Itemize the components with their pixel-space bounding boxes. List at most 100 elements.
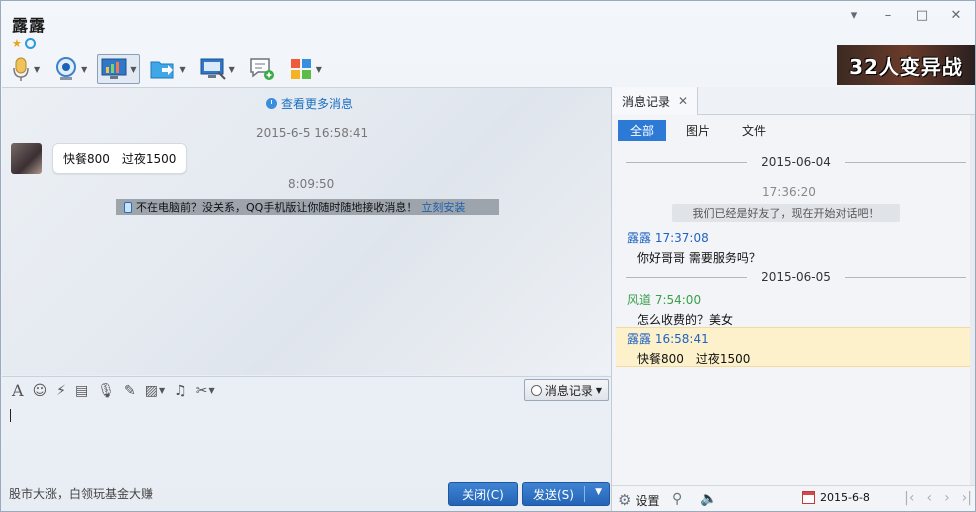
date-divider: 2015-06-04 — [626, 155, 966, 169]
prev-page-icon[interactable]: ‹ — [926, 490, 932, 506]
message-bubble: 快餐800 过夜1500 — [52, 143, 188, 174]
game-ad-banner[interactable]: 32人变异战 — [837, 45, 975, 85]
clock-icon — [266, 98, 277, 109]
message-input[interactable] — [2, 404, 611, 477]
remote-desktop-icon — [200, 58, 226, 80]
message-history-label: 消息记录 — [544, 383, 593, 398]
first-page-icon[interactable]: |‹ — [904, 490, 914, 506]
text-ad-link[interactable]: 股市大涨，白领玩基金大赚 — [9, 485, 153, 502]
history-msg-body: 你好哥哥 需要服务吗？ — [637, 251, 761, 265]
history-msg-header: 露露 17:37:08 — [627, 231, 709, 245]
divider-line — [844, 161, 966, 163]
divider-line — [626, 276, 748, 278]
close-icon[interactable]: ✕ — [678, 94, 688, 108]
input-toolbar: A ☺ ⚡ ▤ 🎙 ✎ ▨ ▼ ♫ ✂ ▼ 消息记录 ▼ — [2, 376, 611, 404]
system-message: 我们已经是好友了，现在开始对话吧！ — [672, 204, 900, 222]
font-icon[interactable]: A — [12, 381, 24, 400]
chevron-down-icon[interactable]: ▼ — [159, 386, 165, 395]
bottom-bar: 股市大涨，白领玩基金大赚 关闭(C) 发送(S) ▼ — [2, 477, 611, 511]
search-icon[interactable]: ⚲ — [672, 491, 682, 507]
voice-call-button[interactable]: ▼ — [7, 54, 44, 84]
message-history-button[interactable]: 消息记录 ▼ — [523, 379, 609, 401]
filter-files[interactable]: 文件 — [730, 120, 778, 141]
history-time: 17:36:20 — [762, 185, 816, 199]
contact-name[interactable]: 露露 — [12, 12, 46, 36]
magic-wand-icon[interactable]: ⚡ — [56, 383, 66, 399]
history-scrollbar[interactable] — [970, 115, 975, 485]
history-msg-body: 快餐800 过夜1500 — [637, 352, 751, 366]
chevron-down-icon[interactable]: ▼ — [130, 65, 136, 74]
scissors-icon[interactable]: ✂ ▼ — [196, 383, 215, 399]
edit-icon[interactable]: ✎ — [124, 383, 136, 399]
tab-label: 消息记录 — [622, 94, 671, 109]
chevron-down-icon[interactable]: ▼ — [179, 65, 185, 74]
minimize-button[interactable]: – — [881, 9, 895, 23]
message-timestamp: 8:09:50 — [288, 177, 335, 191]
apps-button[interactable]: ▼ — [285, 54, 326, 84]
video-call-button[interactable]: ▼ — [50, 54, 91, 84]
chat-messages-pane: 查看更多消息 2015-6-5 16:58:41 快餐800 过夜1500 8:… — [2, 87, 611, 375]
tab-message-history[interactable]: 消息记录 ✕ — [612, 87, 698, 115]
image-icon[interactable]: ▨ ▼ — [145, 383, 165, 399]
next-page-icon[interactable]: › — [944, 490, 950, 506]
send-label: 发送(S) — [533, 487, 574, 502]
gear-icon: ⚙ — [618, 491, 632, 509]
send-button[interactable]: 发送(S) ▼ — [522, 482, 610, 506]
share-screen-button[interactable]: ▼ — [97, 54, 141, 84]
history-tab-bar: 消息记录 ✕ — [612, 87, 975, 115]
close-button[interactable]: 关闭(C) — [448, 482, 518, 506]
filter-all[interactable]: 全部 — [618, 120, 667, 141]
date-picker[interactable]: 2015-6-8 — [802, 491, 870, 504]
video-clip-icon[interactable]: ▤ — [75, 383, 88, 399]
date-divider: 2015-06-05 — [626, 270, 966, 284]
divider-line — [626, 161, 748, 163]
apps-grid-icon — [290, 59, 311, 79]
view-more-messages-label: 查看更多消息 — [281, 97, 354, 111]
send-file-button[interactable]: ▼ — [146, 54, 189, 84]
system-tip: 不在电脑前？没关系，QQ手机版让你随时随地接收消息！ 立刻安装 — [116, 199, 499, 215]
settings-button[interactable]: ⚙ 设置 — [618, 491, 659, 509]
last-page-icon[interactable]: ›| — [962, 490, 972, 506]
history-panel: 消息记录 ✕ 全部 图片 文件 2015-06-04 17:36:20 我们已经… — [611, 87, 975, 511]
chat-toolbar: ▼ ▼ ▼ ▼ ▼ ▼ — [7, 53, 326, 85]
qq-chat-window: 露露 ★ ▾ – □ ✕ ▼ ▼ ▼ ▼ ▼ ▼ 32人变异战 查看更多消息 2… — [0, 0, 976, 512]
microphone-icon — [13, 57, 29, 81]
chat-add-icon — [250, 58, 274, 80]
history-bottom-bar: ⚙ 设置 ⚲ 🔈 2015-6-8 |‹ ‹ › ›| — [612, 485, 975, 511]
maximize-button[interactable]: □ — [915, 9, 929, 23]
install-now-link[interactable]: 立刻安装 — [421, 199, 465, 215]
speaker-icon[interactable]: 🔈 — [700, 491, 717, 507]
calendar-icon — [802, 491, 815, 504]
chevron-down-icon[interactable]: ▼ — [81, 65, 87, 74]
close-window-button[interactable]: ✕ — [949, 9, 963, 23]
folder-arrow-icon — [150, 61, 174, 79]
star-icon[interactable]: ★ — [12, 37, 22, 50]
chevron-down-icon[interactable]: ▼ — [208, 386, 214, 395]
date-label: 2015-06-04 — [761, 155, 831, 169]
current-date: 2015-6-8 — [820, 491, 870, 504]
history-msg-header: 风道 7:54:00 — [627, 293, 702, 307]
phone-icon — [124, 201, 132, 213]
music-icon[interactable]: ♫ — [174, 383, 187, 399]
status-badges: ★ — [12, 37, 36, 50]
message-timestamp: 2015-6-5 16:58:41 — [256, 126, 369, 140]
filter-images[interactable]: 图片 — [674, 120, 722, 141]
avatar[interactable] — [11, 143, 42, 174]
view-more-messages-link[interactable]: 查看更多消息 — [266, 95, 353, 112]
voice-message-icon[interactable]: 🎙 — [97, 383, 115, 399]
menu-dropdown-button[interactable]: ▾ — [847, 9, 861, 23]
history-msg-body: 怎么收费的？美女 — [637, 313, 734, 327]
send-options-chevron-icon[interactable]: ▼ — [595, 487, 602, 497]
chevron-down-icon[interactable]: ▼ — [34, 65, 40, 74]
chevron-down-icon[interactable]: ▼ — [229, 65, 235, 74]
chevron-down-icon[interactable]: ▼ — [316, 65, 322, 74]
clock-icon — [530, 384, 542, 396]
emoji-icon[interactable]: ☺ — [33, 383, 48, 399]
send-split-divider — [584, 486, 585, 502]
title-bar: 露露 ★ ▾ – □ ✕ ▼ ▼ ▼ ▼ ▼ ▼ 32人变异战 — [1, 1, 975, 87]
create-discussion-button[interactable] — [245, 54, 279, 84]
window-controls: ▾ – □ ✕ — [847, 9, 963, 23]
remote-desktop-button[interactable]: ▼ — [196, 54, 239, 84]
history-filters: 全部 图片 文件 — [618, 120, 778, 141]
qzone-icon[interactable] — [24, 38, 36, 49]
